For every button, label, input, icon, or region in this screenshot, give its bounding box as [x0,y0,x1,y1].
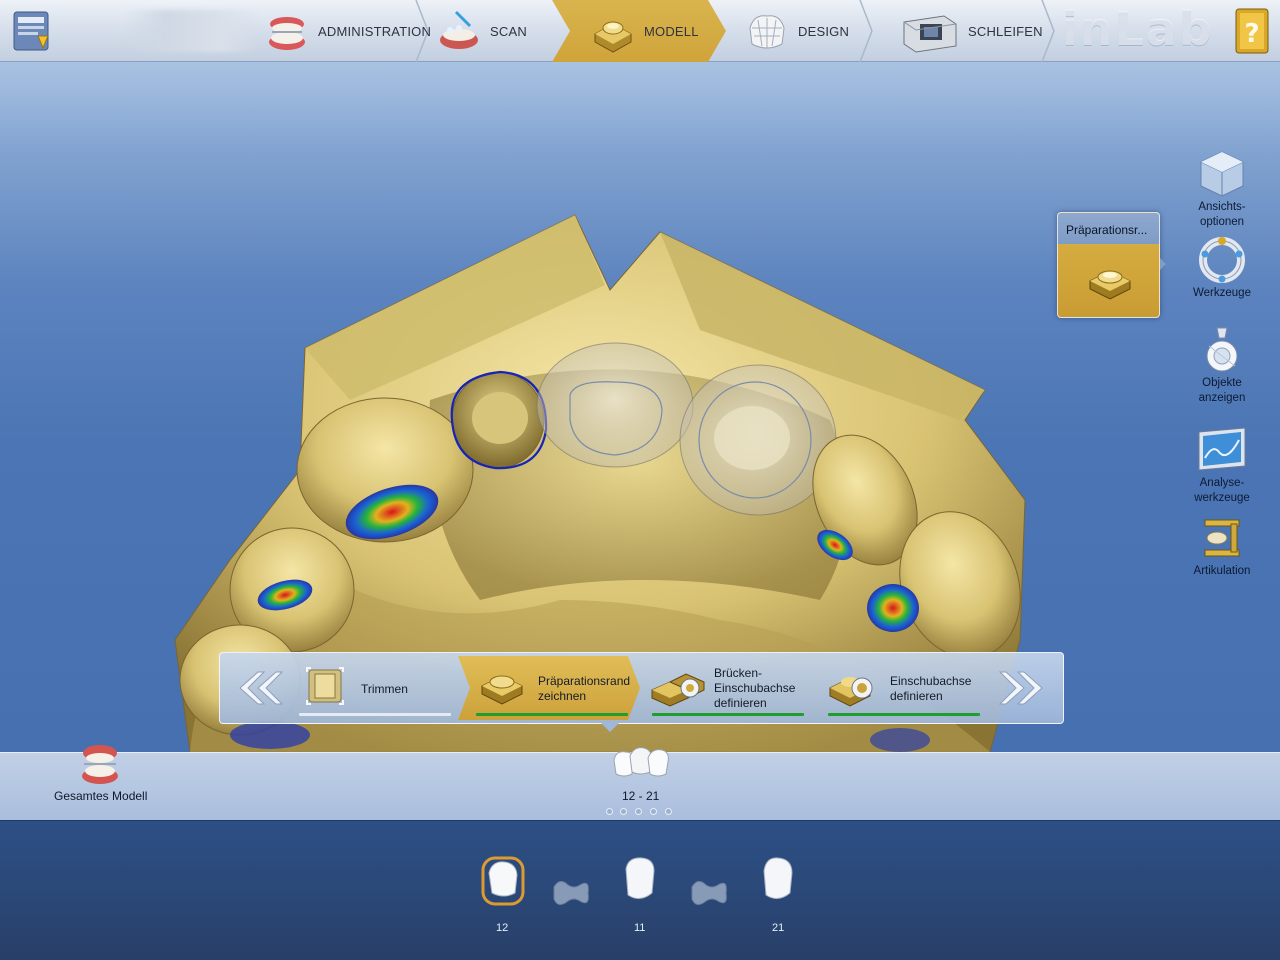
bridge-axis-icon [651,673,705,707]
tool-label: Werkzeuge [1193,287,1251,299]
tooth-selection-row: 12 11 21 [0,820,1280,960]
substep-next-button[interactable] [989,657,1059,719]
tooth-crown-icon [763,857,793,899]
tool-label: Analyse- werkzeuge [1194,477,1250,504]
whole-model-label: Gesamtes Modell [54,789,148,803]
page-dot[interactable] [606,808,613,815]
model-die-icon [594,21,632,53]
model-viewport[interactable]: Ansichts- optionen Werkzeuge Objekte anz… [0,62,1280,752]
substep-progress [476,713,628,716]
insertion-axis-icon [829,677,873,707]
substep-progress [652,713,804,716]
crown-lattice-icon [749,15,785,49]
tooth-21[interactable] [758,855,798,914]
tooth-crown-icon [625,857,655,899]
bridge-crowns-icon [613,747,669,777]
dental-model-icon [269,17,305,50]
step-design[interactable]: DESIGN [744,0,849,62]
page-dot[interactable] [665,808,672,815]
tooth-number: 12 [496,922,509,934]
substep-bar: Trimmen Präparationsrand zeichnen Brücke… [219,652,1064,724]
objects-lamp-icon [1206,327,1238,372]
step-separator [859,0,873,62]
substep-progress [828,713,980,716]
step-administration[interactable]: ADMINISTRATION [264,0,431,62]
step-modell[interactable]: MODELL [552,0,726,62]
preparation-margin-popup[interactable]: Präparationsr... [1057,212,1160,318]
tooth-number: 11 [634,922,646,934]
double-chevron-right-icon [998,671,1043,705]
whole-model-button[interactable] [78,740,122,791]
view-cube-icon [1200,151,1244,197]
help-book-icon[interactable]: ? [1232,6,1274,56]
substep-einschubachse[interactable]: Einschubachse definieren [818,656,988,720]
dental-arch-model[interactable] [0,62,1280,752]
substep-pointer [601,723,619,732]
tools-tool[interactable]: Werkzeuge [1186,236,1258,301]
app-menu-icon[interactable] [8,8,54,54]
bridge-label: 12 - 21 [622,789,660,803]
show-objects-tool[interactable]: Objekte anzeigen [1186,324,1258,406]
tool-ring-icon [1199,237,1245,283]
articulation-tool[interactable]: Artikulation [1186,514,1258,579]
substep-praeparationsrand[interactable]: Präparationsrand zeichnen [458,656,640,720]
patient-name-field [125,10,260,52]
substep-bruecken-einschubachse[interactable]: Brücken- Einschubachse definieren [642,656,818,720]
page-dot[interactable] [650,808,657,815]
substep-progress [299,713,451,716]
trim-icon [306,667,344,705]
page-dot[interactable] [635,808,642,815]
analysis-tools-tool[interactable]: Analyse- werkzeuge [1186,426,1258,506]
substep-prev-button[interactable] [223,657,293,719]
step-label: MODELL [644,23,699,39]
popup-title: Präparationsr... [1066,223,1148,237]
milling-unit-icon [903,15,957,53]
preparation-margin-icon [481,675,523,705]
step-label: SCAN [490,23,527,39]
view-options-tool[interactable]: Ansichts- optionen [1186,150,1258,230]
tooth-12[interactable] [480,855,526,914]
substep-label: Einschubachse definieren [890,674,972,703]
tool-label: Objekte anzeigen [1198,377,1246,404]
svg-text:?: ? [1244,19,1259,49]
substep-label: Trimmen [361,682,408,696]
step-scan[interactable]: SCAN [436,0,527,62]
step-schleifen[interactable]: SCHLEIFEN [900,0,1043,62]
step-label: ADMINISTRATION [318,23,432,39]
preparation-die-icon [1089,270,1131,300]
tooth-crown-icon [481,856,525,906]
bridge-button[interactable] [612,744,670,785]
substep-label: Präparationsrand zeichnen [538,674,631,703]
dental-model-icon [82,745,118,784]
articulator-icon [1204,519,1240,557]
tooth-number: 21 [772,922,785,934]
tooth-11[interactable] [620,855,660,914]
step-label: DESIGN [798,23,850,39]
scan-jaw-icon [440,10,478,49]
brand-logo: inLab [1062,2,1214,56]
popup-arrow [1160,258,1166,270]
bridge-connector-icon[interactable] [550,873,592,913]
substep-trimmen[interactable]: Trimmen [295,656,465,720]
analysis-screen-icon [1198,427,1246,471]
tool-label: Ansichts- optionen [1198,201,1246,228]
double-chevron-left-icon [239,671,284,705]
tool-label: Artikulation [1193,565,1251,577]
bridge-connector-icon[interactable] [688,873,730,913]
page-dot[interactable] [620,808,627,815]
step-label: SCHLEIFEN [968,23,1043,39]
workflow-bar: ADMINISTRATION SCAN MODELL DESIGN SCHLEI… [0,0,1280,62]
substep-label: Brücken- Einschubachse definieren [714,666,796,710]
